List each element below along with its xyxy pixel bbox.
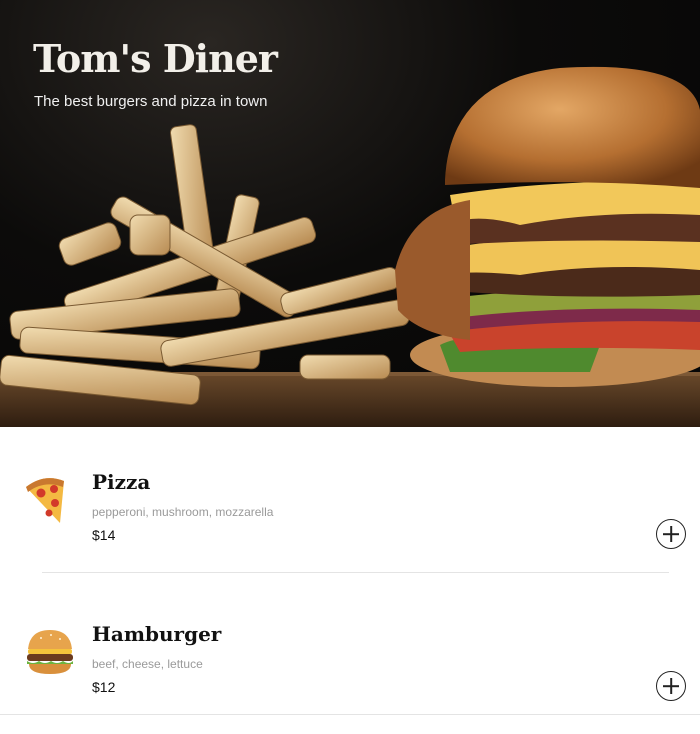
divider: [42, 572, 669, 573]
page-title: Tom's Diner: [33, 36, 278, 81]
add-pizza-button[interactable]: [656, 519, 686, 549]
menu-item-hamburger: Hamburger beef, cheese, lettuce $12: [0, 622, 700, 734]
tagline: The best burgers and pizza in town: [34, 93, 268, 110]
item-name: Hamburger: [92, 622, 222, 646]
menu-item-pizza: Pizza pepperoni, mushroom, mozzarella $1…: [0, 470, 700, 582]
pizza-icon: [26, 478, 64, 523]
item-ingredients: pepperoni, mushroom, mozzarella: [92, 505, 274, 519]
item-ingredients: beef, cheese, lettuce: [92, 657, 203, 671]
item-price: $12: [92, 679, 116, 695]
add-hamburger-button[interactable]: [656, 671, 686, 701]
hamburger-icon: [27, 630, 73, 674]
item-price: $14: [92, 527, 116, 543]
hero-banner: Tom's Diner The best burgers and pizza i…: [0, 0, 700, 427]
item-name: Pizza: [92, 470, 151, 494]
